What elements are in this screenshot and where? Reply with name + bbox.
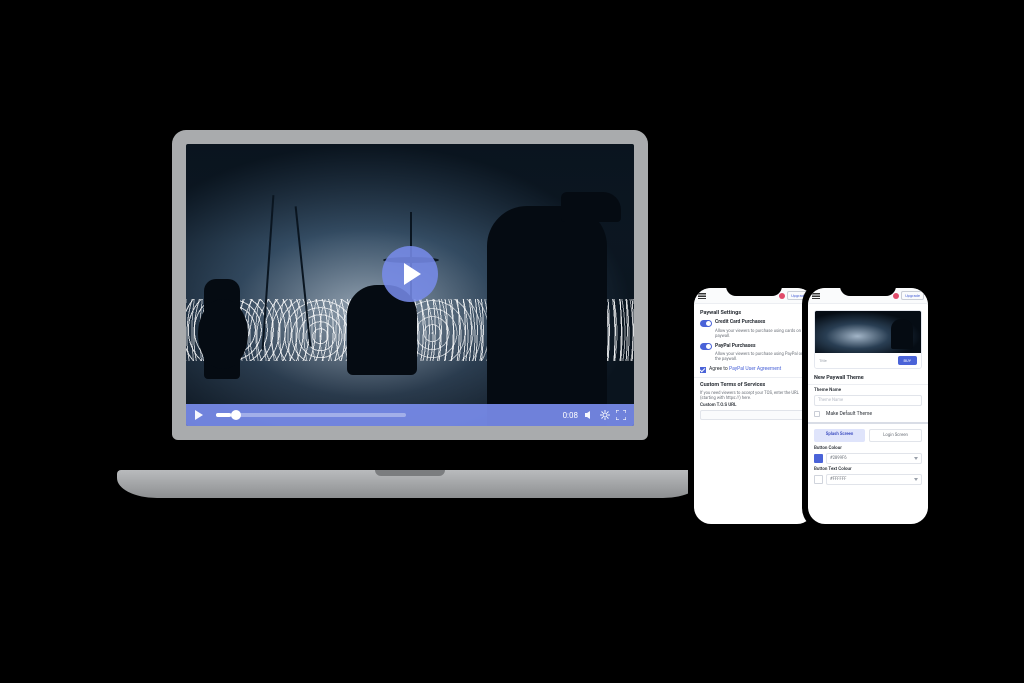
theme-section-title: New Paywall Theme (814, 375, 922, 381)
screen-tabs: Splash Screen Login Screen (814, 429, 922, 442)
paypal-label: PayPal Purchases (715, 343, 756, 349)
play-button[interactable] (382, 246, 438, 302)
tos-desc: If you need viewers to accept your TOS, … (700, 391, 808, 402)
agree-text: Agree to PayPal User Agreement (709, 366, 781, 372)
button-colour-select[interactable]: #2899F6 (826, 453, 922, 464)
agree-checkbox[interactable] (700, 367, 706, 373)
preview-buy-button[interactable]: BUY (898, 356, 918, 365)
menu-icon[interactable] (812, 293, 820, 299)
default-theme-checkbox[interactable] (814, 411, 820, 417)
tos-title: Custom Terms of Services (700, 382, 808, 388)
upgrade-button[interactable]: Upgrade (901, 291, 924, 300)
theme-name-label: Theme Name (814, 388, 922, 393)
phone-mockup-settings: Upgrade Paywall Settings Credit Card Pur… (688, 282, 820, 530)
credit-card-label: Credit Card Purchases (715, 319, 765, 325)
video-controls: 0:08 (186, 404, 634, 426)
laptop-base (117, 470, 703, 498)
default-theme-label: Make Default Theme (826, 411, 872, 417)
button-text-colour-select[interactable]: #FFFFFF (826, 474, 922, 485)
paypal-desc: Allow your viewers to purchase using Pay… (715, 352, 808, 362)
timestamp: 0:08 (563, 411, 578, 420)
tab-login[interactable]: Login Screen (869, 429, 922, 442)
chevron-down-icon (914, 478, 918, 481)
paypal-toggle[interactable] (700, 343, 712, 350)
chevron-down-icon (914, 457, 918, 460)
tab-splash[interactable]: Splash Screen (814, 429, 865, 442)
button-text-colour-label: Button Text Colour (814, 467, 922, 472)
laptop-mockup: 0:08 (155, 130, 665, 490)
video-player[interactable]: 0:08 (186, 144, 634, 426)
notification-badge[interactable] (779, 293, 785, 299)
credit-card-desc: Allow your viewers to purchase using car… (715, 329, 808, 339)
laptop-bezel: 0:08 (172, 130, 648, 440)
theme-name-input[interactable]: Theme Name (814, 395, 922, 406)
preview-title: Title (819, 358, 827, 363)
notification-badge[interactable] (893, 293, 899, 299)
button-colour-label: Button Colour (814, 446, 922, 451)
progress-bar[interactable] (216, 413, 406, 417)
fullscreen-icon[interactable] (616, 410, 626, 420)
paypal-agreement-link[interactable]: PayPal User Agreement (729, 366, 781, 372)
button-text-colour-swatch[interactable] (814, 475, 823, 484)
settings-icon[interactable] (600, 410, 610, 420)
menu-icon[interactable] (698, 293, 706, 299)
play-icon[interactable] (194, 410, 204, 420)
button-colour-swatch[interactable] (814, 454, 823, 463)
credit-card-toggle[interactable] (700, 320, 712, 327)
settings-title: Paywall Settings (700, 310, 808, 316)
phone-mockup-theme: Upgrade Title BUY New Paywall Theme Them… (802, 282, 934, 530)
theme-preview: Title BUY (814, 310, 922, 369)
tos-url-label: Custom T.O.S URL (700, 403, 808, 408)
tos-url-input[interactable] (700, 410, 808, 420)
volume-icon[interactable] (584, 410, 594, 420)
